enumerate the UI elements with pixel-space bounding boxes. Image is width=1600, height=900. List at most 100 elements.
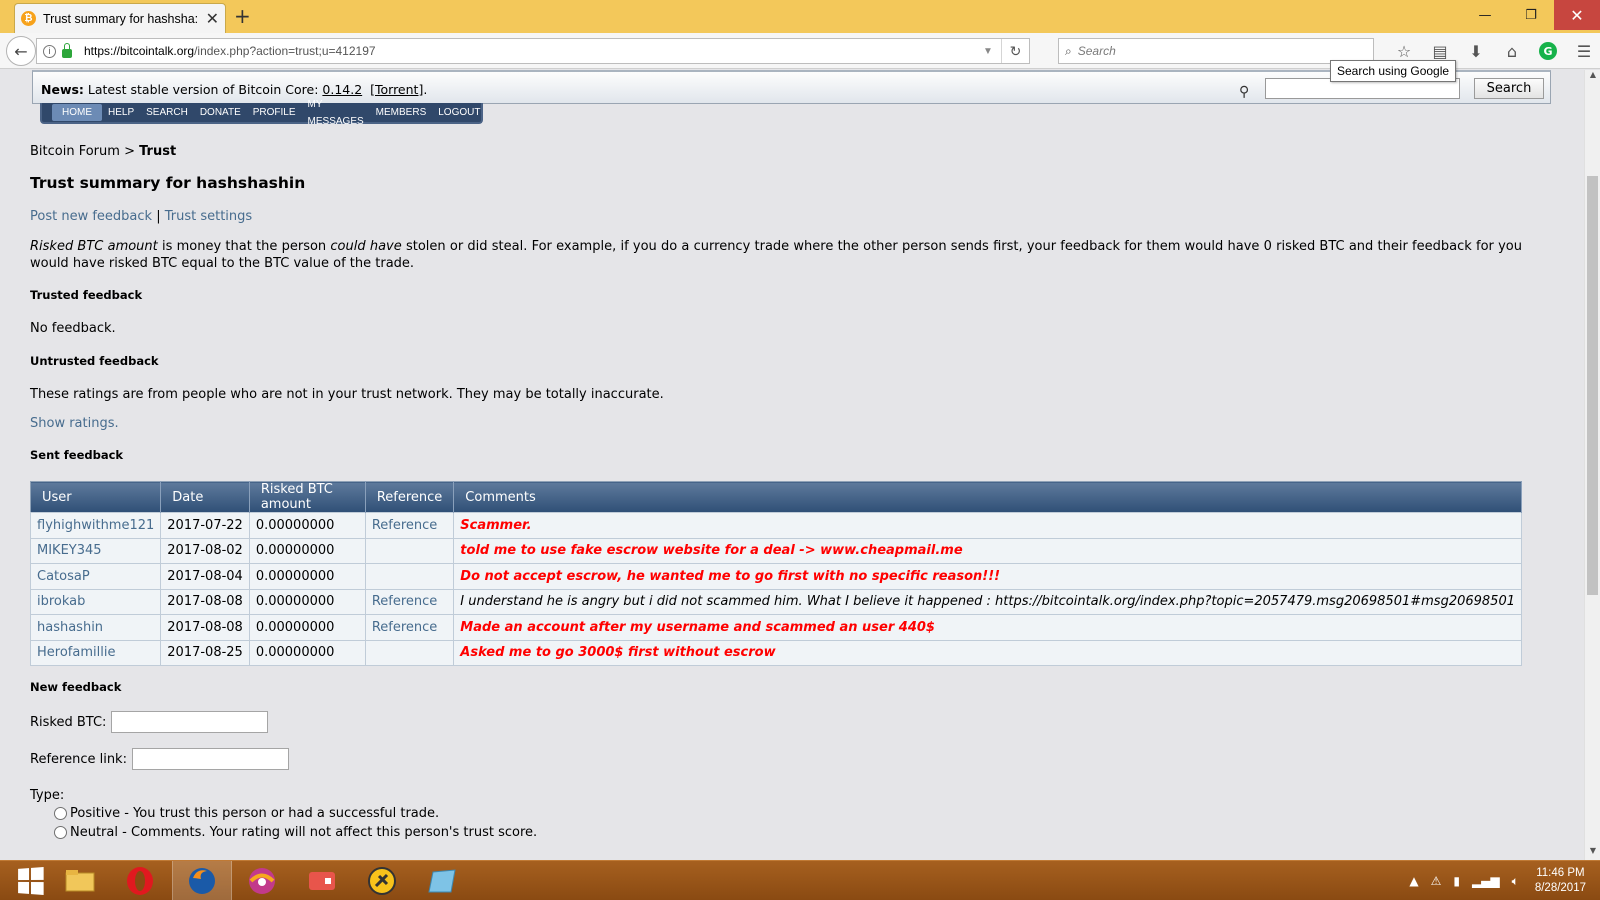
new-tab-icon[interactable]: + [234, 4, 251, 28]
scroll-down-icon[interactable]: ▼ [1585, 846, 1600, 860]
row-reference-link[interactable]: Reference [372, 594, 437, 609]
reference-link-row: Reference link: [30, 748, 289, 770]
page-title: Trust summary for hashshashin [30, 174, 306, 192]
row-date: 2017-07-22 [160, 512, 250, 539]
row-date: 2017-08-08 [160, 614, 250, 641]
menu-profile[interactable]: PROFILE [247, 104, 302, 121]
untrusted-feedback-heading: Untrusted feedback [30, 354, 159, 368]
show-ratings-link[interactable]: Show ratings. [30, 416, 119, 431]
file-explorer-icon[interactable] [50, 861, 110, 900]
reload-icon[interactable]: ↻ [1001, 39, 1029, 63]
menu-search[interactable]: SEARCH [140, 104, 194, 121]
col-reference: Reference [365, 481, 455, 513]
network-warning-icon[interactable]: ⚠ [1431, 874, 1442, 888]
volume-icon[interactable]: 🔈︎ [1512, 874, 1519, 889]
forum-menu: HOME HELP SEARCH DONATE PROFILE MY MESSA… [40, 99, 486, 127]
row-date: 2017-08-08 [160, 588, 250, 615]
clock-time: 11:46 PM [1536, 867, 1585, 879]
mining-app-icon[interactable] [352, 861, 412, 900]
lock-icon[interactable] [62, 42, 72, 58]
trust-links: Post new feedback | Trust settings [30, 209, 252, 224]
menu-members[interactable]: MEMBERS [370, 104, 433, 121]
row-risked: 0.00000000 [248, 563, 366, 590]
close-window-icon[interactable]: ✕ [1554, 0, 1600, 30]
row-user-link[interactable]: Herofamillie [37, 645, 115, 660]
col-risked: Risked BTC amount [249, 481, 366, 513]
row-reference-link[interactable]: Reference [372, 518, 437, 533]
row-date: 2017-08-25 [160, 639, 250, 666]
page-scrollbar[interactable]: ▲ ▼ [1584, 70, 1600, 860]
row-date: 2017-08-02 [160, 537, 250, 564]
neutral-radio[interactable] [54, 826, 67, 839]
row-risked: 0.00000000 [248, 588, 366, 615]
notepad-icon[interactable] [412, 861, 472, 900]
url-dropdown-icon[interactable]: ▼ [975, 46, 1001, 57]
menu-help[interactable]: HELP [102, 104, 140, 121]
grammarly-icon[interactable]: G [1539, 42, 1557, 60]
forum-search-icon: ⚲ [1239, 84, 1250, 100]
positive-radio[interactable] [54, 807, 67, 820]
links-sep: | [152, 209, 165, 224]
menu-logout[interactable]: LOGOUT [432, 104, 486, 121]
clock-date: 8/28/2017 [1534, 882, 1586, 894]
browser-tab[interactable]: ₿ Trust summary for hashsha: ✕ [14, 3, 226, 33]
type-label: Type: [30, 788, 65, 803]
menu-my-messages[interactable]: MY MESSAGES [302, 96, 370, 130]
row-user-link[interactable]: hashashin [37, 620, 103, 635]
bitcoin-favicon-icon: ₿ [21, 11, 36, 26]
restore-icon[interactable]: ❐ [1508, 0, 1554, 30]
neutral-label: Neutral - Comments. Your rating will not… [70, 825, 538, 840]
firefox-icon[interactable] [172, 861, 232, 900]
breadcrumb-current[interactable]: Trust [139, 144, 176, 159]
opera-icon[interactable] [110, 861, 170, 900]
url-host: https://bitcointalk.org [84, 44, 195, 58]
new-feedback-heading: New feedback [30, 680, 122, 694]
row-reference-link[interactable]: Reference [372, 620, 437, 635]
menu-donate[interactable]: DONATE [194, 104, 247, 121]
info-icon[interactable]: i [43, 44, 56, 58]
minimize-icon[interactable]: — [1462, 0, 1508, 30]
menu-home[interactable]: HOME [52, 104, 102, 121]
neutral-option[interactable]: Neutral - Comments. Your rating will not… [54, 825, 537, 840]
row-user-link[interactable]: flyhighwithme121 [37, 518, 154, 533]
reference-link-input[interactable] [131, 748, 289, 770]
scroll-up-icon[interactable]: ▲ [1585, 70, 1600, 84]
breadcrumb-root[interactable]: Bitcoin Forum [30, 144, 120, 159]
forum-search-button[interactable]: Search [1474, 78, 1544, 99]
home-icon[interactable]: ⌂ [1494, 39, 1530, 63]
media-app-icon[interactable] [292, 861, 352, 900]
positive-option[interactable]: Positive - You trust this person or had … [54, 806, 439, 821]
table-row: CatosaP 2017-08-04 0.00000000 Do not acc… [29, 563, 1522, 590]
close-tab-icon[interactable]: ✕ [206, 9, 219, 28]
menu-hamburger-icon[interactable]: ☰ [1566, 39, 1600, 63]
row-comment: Do not accept escrow, he wanted me to go… [453, 563, 1522, 590]
browser-search-placeholder: Search [1077, 44, 1116, 58]
address-bar[interactable]: i https://bitcointalk.org/index.php?acti… [36, 38, 1030, 64]
download-icon[interactable]: ⬇ [1458, 39, 1494, 63]
back-arrow-icon[interactable]: ← [6, 36, 36, 66]
signal-icon[interactable]: ▂▄▆ [1472, 874, 1500, 888]
row-user-link[interactable]: MIKEY345 [37, 543, 102, 558]
positive-label: Positive - You trust this person or had … [70, 806, 440, 821]
battery-icon[interactable]: ▮ [1453, 874, 1460, 888]
trust-settings-link[interactable]: Trust settings [165, 209, 252, 224]
post-new-feedback-link[interactable]: Post new feedback [30, 209, 152, 224]
browser-search-field[interactable]: ⌕ Search [1058, 38, 1374, 64]
row-comment: told me to use fake escrow website for a… [453, 537, 1522, 564]
news-torrent-link[interactable]: [Torrent] [370, 82, 423, 97]
row-user-link[interactable]: CatosaP [37, 569, 90, 584]
row-user-link[interactable]: ibrokab [37, 594, 85, 609]
table-row: Herofamillie 2017-08-25 0.00000000 Asked… [29, 639, 1522, 666]
system-clock[interactable]: 11:46 PM 8/28/2017 [1535, 866, 1586, 896]
sent-feedback-heading: Sent feedback [30, 448, 124, 462]
risked-btc-input[interactable] [111, 711, 269, 733]
risked-btc-label: Risked BTC: [30, 714, 107, 730]
table-body: flyhighwithme121 2017-07-22 0.00000000 R… [29, 512, 1522, 666]
row-comment: Made an account after my username and sc… [453, 614, 1522, 641]
browser-app-icon[interactable] [232, 861, 292, 900]
row-risked: 0.00000000 [248, 639, 366, 666]
scroll-thumb[interactable] [1587, 176, 1598, 595]
page-content: News: Latest stable version of Bitcoin C… [0, 70, 1584, 860]
tray-expand-icon[interactable]: ▲ [1409, 874, 1418, 888]
row-risked: 0.00000000 [248, 614, 366, 641]
